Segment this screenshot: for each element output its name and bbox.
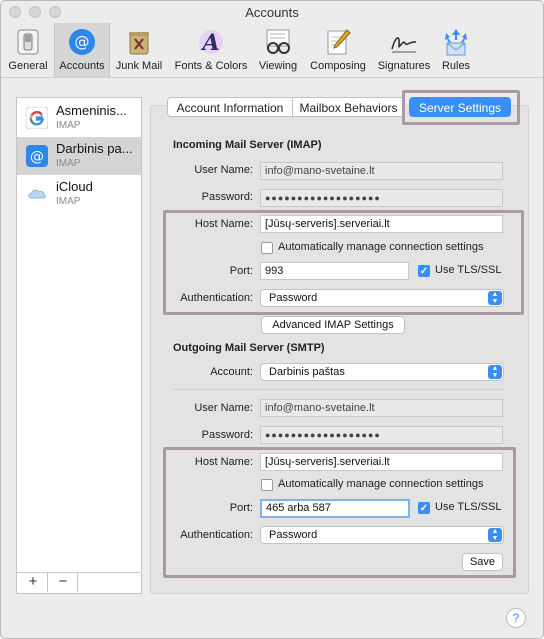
incoming-auto-manage-checkbox[interactable] — [261, 242, 273, 254]
toolbar-label: Signatures — [377, 60, 431, 72]
outgoing-port-field[interactable]: 465 arba 587 — [260, 499, 410, 518]
outgoing-password-label: Password: — [201, 429, 253, 441]
signature-icon — [391, 37, 417, 53]
accounts-list: Asmeninis... IMAP @ Darbinis pa... IMAP … — [16, 97, 142, 594]
incoming-auto-manage-label: Automatically manage connection settings — [278, 241, 484, 253]
account-item-asmeninis[interactable]: Asmeninis... IMAP — [17, 99, 141, 137]
trash-can-icon — [129, 32, 149, 55]
at-sign-icon: @ — [26, 145, 48, 167]
highlight-server-settings-tab — [402, 90, 520, 125]
account-name: Asmeninis... — [56, 103, 127, 118]
outgoing-account-value: Darbinis paštas — [269, 366, 345, 378]
account-type: IMAP — [56, 196, 81, 207]
svg-text:@: @ — [75, 33, 90, 51]
incoming-tls-checkbox[interactable]: ✓ — [418, 265, 430, 277]
google-icon — [26, 107, 48, 129]
incoming-hostname-field[interactable]: [Jūsų-serveris].serveriai.lt — [260, 215, 503, 233]
incoming-username-label: User Name: — [194, 164, 253, 176]
fonts-colors-icon: A — [199, 30, 223, 56]
outgoing-account-label: Account: — [210, 366, 253, 378]
general-switch-icon — [17, 29, 39, 55]
toolbar-composing[interactable]: Composing — [305, 23, 371, 77]
toolbar-general[interactable]: General — [3, 23, 53, 77]
toolbar-viewing[interactable]: Viewing — [255, 23, 301, 77]
outgoing-auto-manage-label: Automatically manage connection settings — [278, 478, 484, 490]
add-account-button[interactable]: + — [19, 572, 48, 592]
incoming-auth-value: Password — [269, 292, 318, 304]
accounts-window: Accounts General @ Accounts Junk Mail A … — [0, 0, 544, 639]
incoming-auth-label: Authentication: — [180, 292, 253, 304]
advanced-imap-settings-button[interactable]: Advanced IMAP Settings — [261, 316, 405, 334]
account-name: iCloud — [56, 179, 93, 194]
chevron-updown-icon: ▲ ▼ — [488, 291, 502, 305]
outgoing-divider — [173, 389, 504, 390]
outgoing-auth-label: Authentication: — [180, 529, 253, 541]
toolbar-label: Viewing — [258, 60, 298, 72]
glasses-icon — [266, 29, 290, 54]
toolbar-label: Rules — [441, 60, 471, 72]
toolbar-label: Composing — [310, 60, 366, 72]
incoming-port-label: Port: — [229, 265, 253, 277]
outgoing-tls-label: Use TLS/SSL — [435, 501, 502, 513]
incoming-hostname-label: Host Name: — [194, 218, 253, 230]
outgoing-tls-checkbox[interactable]: ✓ — [418, 502, 430, 514]
tab-account-information[interactable]: Account Information — [167, 97, 293, 117]
incoming-password-field[interactable]: ●●●●●●●●●●●●●●●●●● — [260, 189, 503, 207]
chevron-updown-icon: ▲ ▼ — [488, 528, 502, 542]
incoming-tls-label: Use TLS/SSL — [435, 264, 502, 276]
incoming-port-field[interactable]: 993 — [260, 262, 409, 280]
outgoing-auto-manage-checkbox[interactable] — [261, 479, 273, 491]
outgoing-hostname-field[interactable]: [Jūsų-serveris].serveriai.lt — [260, 453, 503, 471]
remove-account-button[interactable]: − — [49, 572, 78, 592]
outgoing-auth-select[interactable]: Password ▲ ▼ — [260, 526, 504, 544]
incoming-auth-select[interactable]: Password ▲ ▼ — [260, 289, 504, 307]
help-button[interactable]: ? — [506, 608, 526, 628]
account-item-icloud[interactable]: iCloud IMAP — [17, 175, 141, 213]
title-bar: Accounts — [1, 1, 543, 23]
at-sign-icon: @ — [69, 29, 95, 55]
toolbar-label: General — [8, 60, 48, 72]
outgoing-password-field[interactable]: ●●●●●●●●●●●●●●●●●● — [260, 426, 503, 444]
account-type: IMAP — [56, 120, 81, 131]
chevron-updown-icon: ▲ ▼ — [488, 365, 502, 379]
toolbar-rules[interactable]: Rules — [435, 23, 477, 77]
account-name: Darbinis pa... — [56, 141, 133, 156]
save-button[interactable]: Save — [462, 553, 503, 571]
icloud-icon — [26, 183, 48, 205]
toolbar-label: Accounts — [59, 60, 105, 72]
incoming-username-field[interactable]: info@mano-svetaine.lt — [260, 162, 503, 180]
account-item-darbinis[interactable]: @ Darbinis pa... IMAP — [17, 137, 141, 175]
pencil-paper-icon — [327, 29, 351, 55]
account-type: IMAP — [56, 158, 81, 169]
outgoing-hostname-label: Host Name: — [194, 456, 253, 468]
outgoing-username-field[interactable]: info@mano-svetaine.lt — [260, 399, 503, 417]
incoming-heading: Incoming Mail Server (IMAP) — [173, 139, 322, 151]
preferences-toolbar: General @ Accounts Junk Mail A Fonts & C — [1, 23, 543, 78]
window-title: Accounts — [245, 5, 299, 20]
tab-mailbox-behaviors[interactable]: Mailbox Behaviors — [292, 97, 405, 117]
toolbar-junk-mail[interactable]: Junk Mail — [111, 23, 167, 77]
outgoing-heading: Outgoing Mail Server (SMTP) — [173, 342, 325, 354]
outgoing-username-label: User Name: — [194, 402, 253, 414]
svg-text:@: @ — [30, 149, 44, 165]
toolbar-label: Junk Mail — [115, 60, 163, 72]
incoming-password-label: Password: — [201, 191, 253, 203]
toolbar-label: Fonts & Colors — [174, 60, 248, 72]
outgoing-account-select[interactable]: Darbinis paštas ▲ ▼ — [260, 363, 504, 381]
toolbar-fonts-colors[interactable]: A Fonts & Colors — [171, 23, 251, 77]
toolbar-accounts[interactable]: @ Accounts — [54, 23, 110, 77]
outgoing-port-label: Port: — [229, 502, 253, 514]
toolbar-signatures[interactable]: Signatures — [373, 23, 435, 77]
svg-text:A: A — [200, 30, 219, 56]
rules-envelope-icon — [445, 29, 467, 56]
outgoing-auth-value: Password — [269, 529, 318, 541]
